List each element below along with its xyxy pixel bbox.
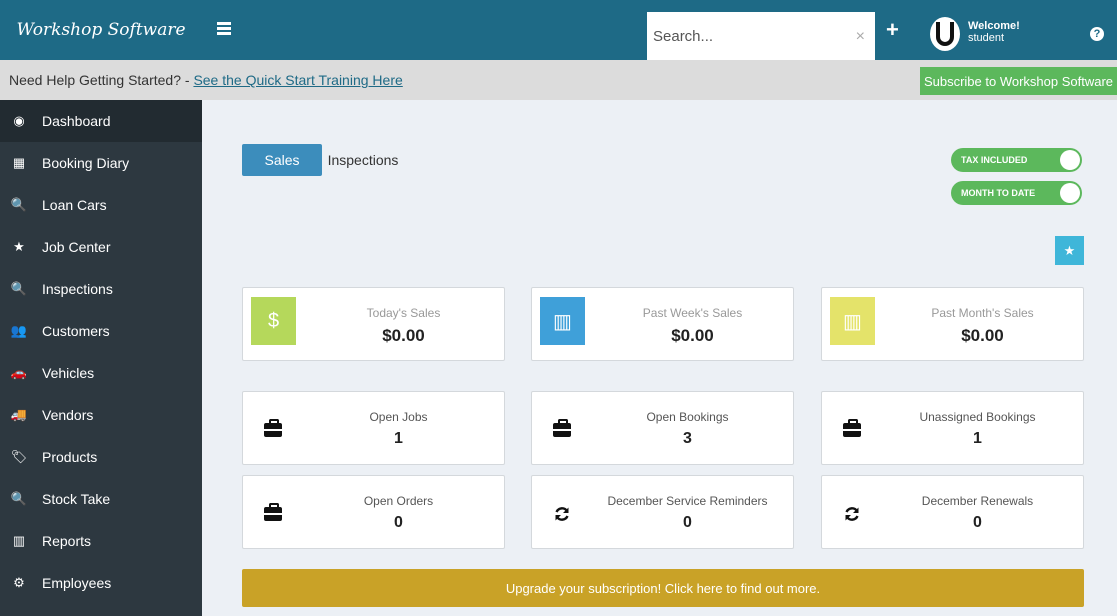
sidebar-item-employees[interactable]: ⚙ Employees [0,562,202,604]
count-value: 0 [683,514,692,531]
users-icon: 👥 [10,323,28,338]
sidebar-item-stock-take[interactable]: 🔍 Stock Take [0,478,202,520]
search-icon: 🔍 [10,491,28,506]
stat-card-month-sales[interactable]: ▥ Past Month's Sales $0.00 [821,287,1084,361]
toggle-knob [1060,150,1080,170]
sidebar-item-customers[interactable]: 👥 Customers [0,310,202,352]
sidebar-item-label: Employees [42,575,112,591]
add-icon[interactable]: + [886,19,899,41]
count-card-open-bookings[interactable]: Open Bookings 3 [531,391,794,465]
sidebar-item-label: Inspections [42,281,113,297]
search-icon: 🔍 [10,281,28,296]
menu-toggle-icon[interactable] [217,22,231,36]
user-avatar[interactable] [930,17,960,51]
count-value: 3 [683,430,692,447]
subscribe-button[interactable]: Subscribe to Workshop Software [920,67,1117,95]
sidebar-item-dashboard[interactable]: ◉ Dashboard [0,100,202,142]
tax-included-toggle[interactable]: TAX INCLUDED [951,148,1082,172]
tab-sales[interactable]: Sales [242,144,322,176]
top-header: Workshop Software × + Welcome! student ? [0,0,1117,60]
sidebar-item-label: Vehicles [42,365,95,381]
count-card-unassigned-bookings[interactable]: Unassigned Bookings 1 [821,391,1084,465]
bar-chart-icon: ▥ [540,297,585,345]
sidebar-item-label: Vendors [42,407,94,423]
count-value: 1 [394,430,403,447]
briefcase-icon [552,419,572,440]
stat-title: Today's Sales [366,306,441,320]
clear-search-icon[interactable]: × [856,28,865,46]
stat-card-today-sales[interactable]: $ Today's Sales $0.00 [242,287,505,361]
toggle-label: MONTH TO DATE [961,188,1036,198]
sidebar-item-label: Reports [42,533,92,549]
sidebar-item-job-center[interactable]: ★ Job Center [0,226,202,268]
sidebar-item-booking-diary[interactable]: ▦ Booking Diary [0,142,202,184]
sidebar-item-products[interactable]: 🏷 Products [0,436,202,478]
count-card-service-reminders[interactable]: December Service Reminders 0 [531,475,794,549]
brand-logo[interactable]: Workshop Software [0,0,202,60]
sidebar-item-label: Job Center [42,239,111,255]
stat-card-week-sales[interactable]: ▥ Past Week's Sales $0.00 [531,287,794,361]
help-prefix: Need Help Getting Started? - [9,72,194,88]
quick-start-link[interactable]: See the Quick Start Training Here [193,72,402,88]
count-title: December Service Reminders [607,494,768,508]
briefcase-icon [263,503,283,524]
favorite-star-button[interactable]: ★ [1055,236,1084,265]
search-icon: 🔍 [10,197,28,212]
count-title: Open Orders [363,494,434,508]
bar-chart-icon: ▥ [12,533,26,548]
star-icon: ★ [13,239,25,254]
dashboard-icon: ◉ [13,113,25,128]
stat-title: Past Week's Sales [642,306,743,320]
refresh-icon [842,504,862,524]
count-title: Open Jobs [369,410,428,424]
sidebar-item-inspections[interactable]: 🔍 Inspections [0,268,202,310]
dollar-icon: $ [251,297,296,345]
sidebar-item-label: Booking Diary [42,155,130,171]
count-value: 0 [973,514,982,531]
sidebar-item-loan-cars[interactable]: 🔍 Loan Cars [0,184,202,226]
stat-value: $0.00 [961,326,1004,345]
refresh-icon [552,504,572,524]
briefcase-icon [263,419,283,440]
stat-value: $0.00 [382,326,425,345]
calendar-icon: ▦ [12,155,26,170]
cogs-icon: ⚙ [13,575,25,590]
sidebar-item-label: Products [42,449,98,465]
month-to-date-toggle[interactable]: MONTH TO DATE [951,181,1082,205]
sidebar-item-vehicles[interactable]: 🚗 Vehicles [0,352,202,394]
count-value: 1 [973,430,982,447]
car-icon: 🚗 [10,365,28,380]
truck-icon: 🚚 [10,407,28,422]
stat-title: Past Month's Sales [931,306,1034,320]
welcome-label: Welcome! [968,20,1020,32]
toggle-knob [1060,183,1080,203]
sidebar-item-label: Stock Take [42,491,111,507]
count-card-open-jobs[interactable]: Open Jobs 1 [242,391,505,465]
help-text: Need Help Getting Started? - See the Qui… [9,72,403,88]
tag-icon: 🏷 [10,449,28,464]
count-title: Unassigned Bookings [919,410,1036,424]
tab-inspections[interactable]: Inspections [322,144,404,176]
count-card-open-orders[interactable]: Open Orders 0 [242,475,505,549]
count-title: Open Bookings [646,410,729,424]
sidebar: ◉ Dashboard ▦ Booking Diary 🔍 Loan Cars … [0,100,202,616]
sidebar-item-label: Loan Cars [42,197,107,213]
username-label: student [968,32,1005,44]
user-welcome[interactable]: Welcome! student [968,20,1020,44]
sidebar-item-label: Dashboard [42,113,111,129]
count-card-renewals[interactable]: December Renewals 0 [821,475,1084,549]
count-title: December Renewals [921,494,1034,508]
search-input[interactable] [653,27,843,45]
sidebar-item-reports[interactable]: ▥ Reports [0,520,202,562]
briefcase-icon [842,419,862,440]
help-icon[interactable]: ? [1090,27,1104,41]
count-value: 0 [394,514,403,531]
sidebar-item-vendors[interactable]: 🚚 Vendors [0,394,202,436]
search-box: × [647,12,875,60]
bar-chart-icon: ▥ [830,297,875,345]
toggle-label: TAX INCLUDED [961,155,1028,165]
stat-value: $0.00 [671,326,714,345]
upgrade-subscription-banner[interactable]: Upgrade your subscription! Click here to… [242,569,1084,607]
sidebar-item-label: Customers [42,323,110,339]
